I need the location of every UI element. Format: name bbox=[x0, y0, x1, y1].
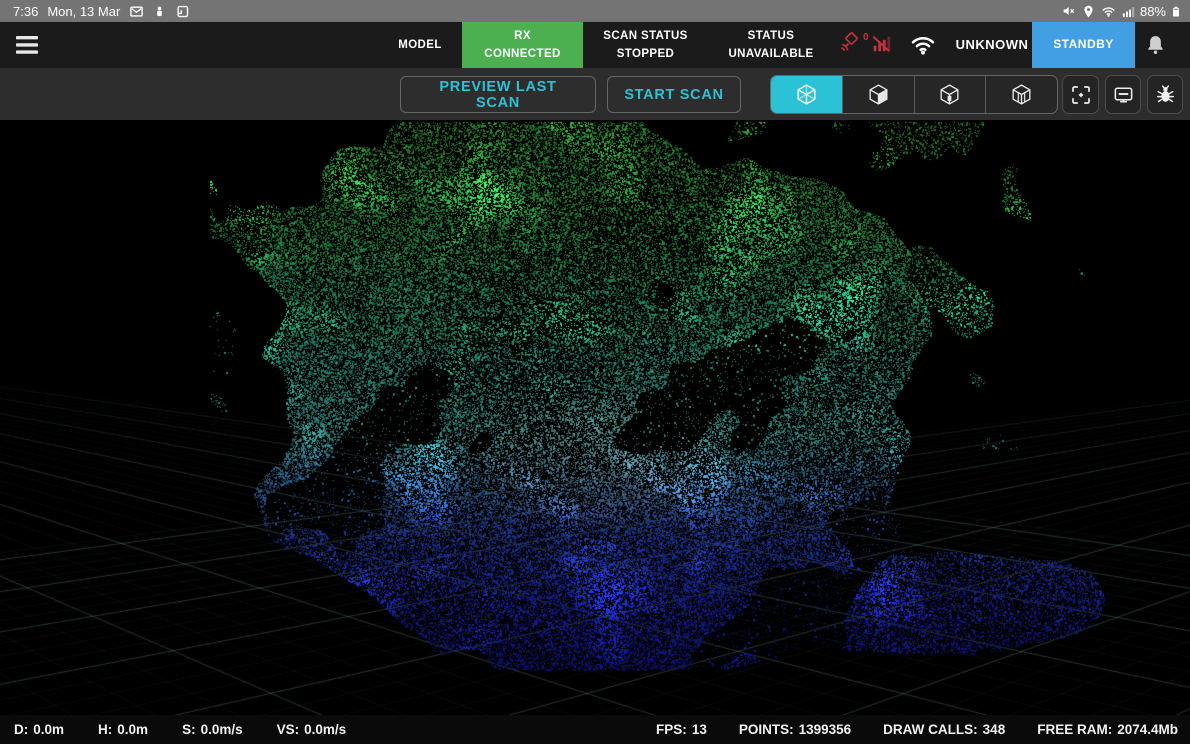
android-status-bar: 7:36 Mon, 13 Mar bbox=[0, 0, 1190, 22]
view-mode-solid-button[interactable] bbox=[842, 76, 914, 113]
rx-value: CONNECTED bbox=[484, 45, 560, 63]
preview-last-scan-button[interactable]: PREVIEW LAST SCAN bbox=[400, 76, 596, 113]
wifi-status-icon bbox=[908, 22, 938, 68]
no-signal-icon bbox=[870, 32, 892, 59]
signal-icon bbox=[1121, 4, 1136, 19]
screenshot-icon bbox=[175, 4, 190, 19]
stat-points: POINTS:1399356 bbox=[739, 722, 851, 737]
location-icon bbox=[1081, 4, 1096, 19]
rx-label: RX bbox=[514, 27, 531, 45]
wifi-icon bbox=[1100, 4, 1117, 19]
scan-toolbar: PREVIEW LAST SCAN START SCAN bbox=[0, 68, 1190, 120]
gnss-indicators: 0 bbox=[838, 22, 892, 68]
satellite-icon bbox=[838, 31, 862, 60]
telemetry-height: H:0.0m bbox=[98, 722, 148, 737]
scan-status-value: STOPPED bbox=[617, 45, 675, 63]
notifications-button[interactable] bbox=[1144, 22, 1167, 68]
app-header: MODEL RX CONNECTED SCAN STATUS STOPPED S… bbox=[0, 22, 1190, 68]
device-status-label: STATUS bbox=[748, 27, 795, 45]
menu-icon bbox=[16, 36, 38, 54]
bell-icon bbox=[1144, 32, 1167, 58]
clock: 7:36 bbox=[13, 4, 38, 19]
telemetry-vertical-speed: VS:0.0m/s bbox=[277, 722, 347, 737]
telemetry-distance: D:0.0m bbox=[14, 722, 64, 737]
device-status-block: STATUS UNAVAILABLE bbox=[712, 22, 830, 68]
focus-icon bbox=[1069, 83, 1093, 107]
mode-badge[interactable]: STANDBY bbox=[1032, 22, 1135, 68]
start-scan-button[interactable]: START SCAN bbox=[607, 76, 741, 113]
device-status-value: UNAVAILABLE bbox=[728, 45, 813, 63]
volume-muted-icon bbox=[1061, 3, 1077, 19]
view-mode-segmented-control bbox=[770, 75, 1058, 114]
scan-status-label: SCAN STATUS bbox=[603, 27, 687, 45]
app-screen: 7:36 Mon, 13 Mar bbox=[0, 0, 1190, 744]
battery-icon bbox=[1170, 3, 1182, 20]
cube-mesh-icon bbox=[1009, 82, 1034, 107]
view-mode-points-button[interactable] bbox=[914, 76, 986, 113]
gmail-icon bbox=[129, 4, 144, 19]
stat-fps: FPS:13 bbox=[656, 722, 707, 737]
telemetry-bar: D:0.0m H:0.0m S:0.0m/s VS:0.0m/s FPS:13 … bbox=[0, 715, 1190, 744]
battery-percent: 88% bbox=[1140, 4, 1166, 19]
cube-wireframe-icon bbox=[794, 82, 819, 107]
view-mode-mesh-button[interactable] bbox=[985, 76, 1057, 113]
stats-overlay-icon bbox=[1112, 83, 1135, 106]
view-mode-wireframe-button[interactable] bbox=[771, 76, 842, 113]
point-cloud-viewport[interactable] bbox=[0, 120, 1190, 715]
recenter-view-button[interactable] bbox=[1062, 75, 1099, 114]
stat-draw-calls: DRAW CALLS:348 bbox=[883, 722, 1005, 737]
date: Mon, 13 Mar bbox=[47, 4, 120, 19]
usb-icon bbox=[153, 4, 166, 19]
cube-points-icon bbox=[937, 82, 962, 107]
stat-free-ram: FREE RAM:2074.4Mb bbox=[1037, 722, 1178, 737]
scan-status-block: SCAN STATUS STOPPED bbox=[594, 22, 697, 68]
gps-status-label: UNKNOWN bbox=[948, 22, 1036, 68]
rx-status-badge: RX CONNECTED bbox=[462, 22, 583, 68]
debug-bug-icon bbox=[1154, 83, 1177, 106]
telemetry-speed: S:0.0m/s bbox=[182, 722, 243, 737]
cube-solid-icon bbox=[866, 82, 891, 107]
satellite-count: 0 bbox=[863, 32, 869, 43]
menu-button[interactable] bbox=[10, 31, 44, 59]
debug-button[interactable] bbox=[1147, 75, 1183, 114]
model-label: MODEL bbox=[381, 22, 459, 68]
stats-overlay-button[interactable] bbox=[1105, 75, 1141, 114]
